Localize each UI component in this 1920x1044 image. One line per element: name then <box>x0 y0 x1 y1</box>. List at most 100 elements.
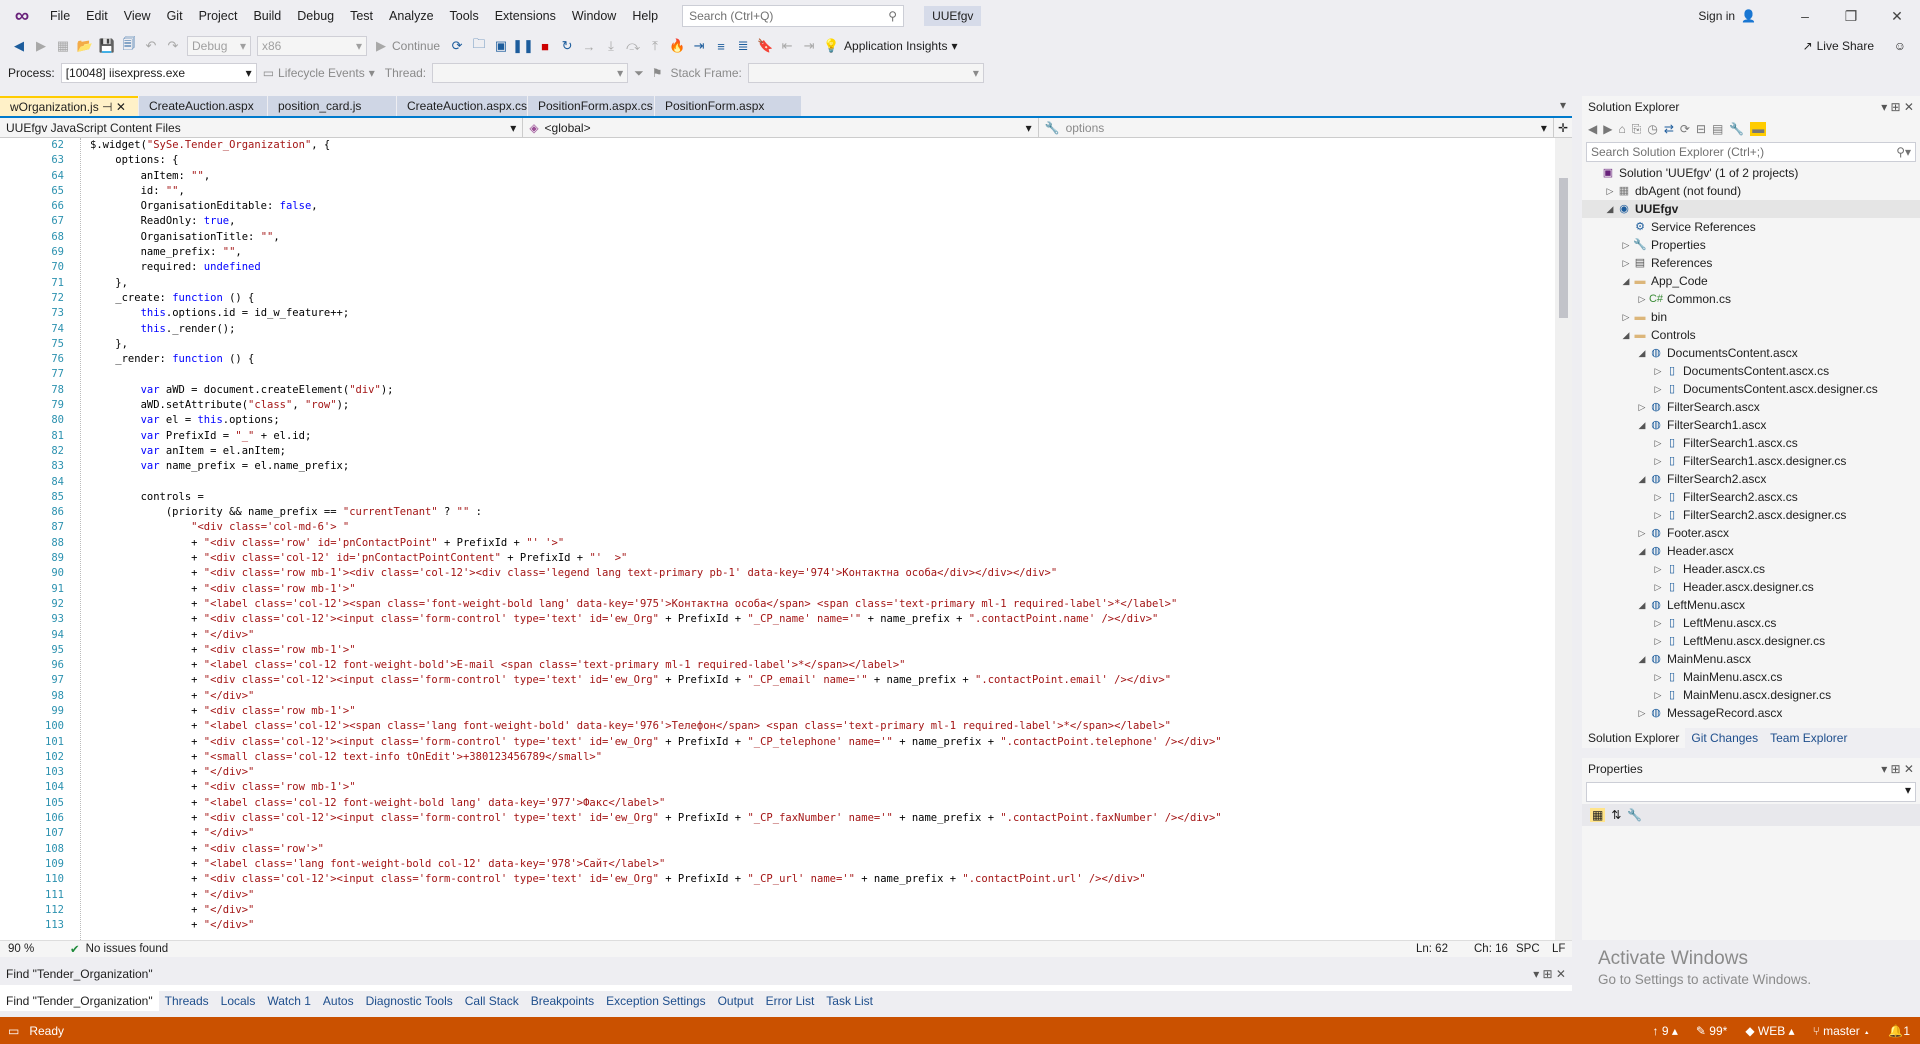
alphabetical-icon[interactable]: ⇅ <box>1611 808 1621 822</box>
pane-tab[interactable]: Team Explorer <box>1764 728 1853 748</box>
back-icon[interactable]: ◀ <box>8 38 30 54</box>
code-line[interactable]: + "</div>" <box>90 826 1550 841</box>
collapsed-arrow-icon[interactable]: ▷ <box>1620 254 1632 272</box>
issues-status[interactable]: No issues found <box>86 943 168 955</box>
tree-item[interactable]: ▷ ▤ References <box>1582 254 1920 272</box>
undo-icon[interactable]: ↶ <box>140 38 162 54</box>
tree-item[interactable]: ⚙ Service References <box>1582 218 1920 236</box>
code-line[interactable]: + "<div class='row' id='pnContactPoint" … <box>90 536 1550 551</box>
tree-item[interactable]: ▷ ▦ dbAgent (not found) <box>1582 182 1920 200</box>
unpushed-commits[interactable]: ↑ 9 ▴ <box>1653 1024 1678 1038</box>
bottom-tab[interactable]: Task List <box>820 991 879 1011</box>
code-line[interactable]: controls = <box>90 490 1550 505</box>
forward-icon[interactable]: ▶ <box>1603 122 1612 136</box>
code-line[interactable]: + "<label class='col-12 font-weight-bold… <box>90 796 1550 811</box>
collapsed-arrow-icon[interactable]: ▷ <box>1636 290 1648 308</box>
collapsed-arrow-icon[interactable]: ▷ <box>1636 524 1648 542</box>
show-next-statement-icon[interactable]: → <box>578 39 600 54</box>
application-insights-button[interactable]: Application Insights <box>844 39 947 53</box>
bottom-tab[interactable]: Watch 1 <box>261 991 317 1011</box>
tree-item[interactable]: ▷ ▯ LeftMenu.ascx.designer.cs <box>1582 632 1920 650</box>
collapsed-arrow-icon[interactable]: ▷ <box>1652 362 1664 380</box>
tree-item[interactable]: ▷ ▯ MainMenu.ascx.cs <box>1582 668 1920 686</box>
continue-button[interactable]: Continue <box>392 39 440 53</box>
sign-in-link[interactable]: Sign in <box>1698 9 1735 23</box>
step-into-icon[interactable]: ⤓ <box>600 38 622 54</box>
tree-item[interactable]: ◢ ◉ UUEfgv <box>1582 200 1920 218</box>
save-icon[interactable]: 💾 <box>96 38 118 54</box>
tree-item[interactable]: ▷ ▯ FilterSearch2.ascx.designer.cs <box>1582 506 1920 524</box>
code-line[interactable]: + "<label class='lang font-weight-bold c… <box>90 857 1550 872</box>
indent-icon[interactable]: ⇥ <box>688 38 710 54</box>
chevron-down-icon[interactable]: ▾ <box>951 39 957 53</box>
bottom-tab[interactable]: Error List <box>760 991 821 1011</box>
preview-icon[interactable]: ▬ <box>1750 122 1767 136</box>
code-line[interactable]: + "<div class='row mb-1'>" <box>90 704 1550 719</box>
menu-tools[interactable]: Tools <box>442 0 487 32</box>
collapsed-arrow-icon[interactable]: ▷ <box>1652 380 1664 398</box>
expanded-arrow-icon[interactable]: ◢ <box>1636 470 1648 488</box>
code-editor[interactable]: 62 63 64 65 66 67 68 69 70 71 72 73 74 75 76 77 78 79 80 81… <box>0 138 1572 940</box>
prev-bookmark-icon[interactable]: ⇤ <box>776 38 798 54</box>
tree-item[interactable]: ▷ C# Common.cs <box>1582 290 1920 308</box>
spacing-indicator[interactable]: SPC <box>1516 943 1540 955</box>
sync-icon[interactable]: ⇄ <box>1664 122 1674 136</box>
code-line[interactable]: "<div class='col-md-6'> " <box>90 520 1550 535</box>
next-bookmark-icon[interactable]: ⇥ <box>798 38 820 54</box>
code-line[interactable]: + "<div class='col-12'><input class='for… <box>90 612 1550 627</box>
code-line[interactable]: + "<div class='row mb-1'><div class='col… <box>90 566 1550 581</box>
menu-git[interactable]: Git <box>159 0 191 32</box>
collapsed-arrow-icon[interactable]: ▷ <box>1636 398 1648 416</box>
feedback-icon[interactable]: ☺ <box>1894 39 1906 53</box>
tree-item[interactable]: ▷ ▯ FilterSearch1.ascx.cs <box>1582 434 1920 452</box>
code-line[interactable]: }, <box>90 276 1550 291</box>
editor-tab[interactable]: wOrganization.js ⊣ ✕ <box>0 96 138 116</box>
tab-overflow-icon[interactable]: ▾ <box>1560 98 1566 112</box>
tree-item[interactable]: ▷ ▯ DocumentsContent.ascx.cs <box>1582 362 1920 380</box>
code-line[interactable]: + "</div>" <box>90 689 1550 704</box>
tree-item[interactable]: ◢ ◍ LeftMenu.ascx <box>1582 596 1920 614</box>
save-all-icon[interactable]: 🗐 <box>118 35 140 57</box>
editor-tab[interactable]: PositionForm.aspx.cs <box>528 96 654 116</box>
expanded-arrow-icon[interactable]: ◢ <box>1604 200 1616 218</box>
code-line[interactable]: + "</div>" <box>90 903 1550 918</box>
code-line[interactable]: name_prefix: "", <box>90 245 1550 260</box>
code-line[interactable]: OrganisationTitle: "", <box>90 230 1550 245</box>
configuration-dropdown[interactable]: Debug ▾ <box>187 36 251 56</box>
collapsed-arrow-icon[interactable]: ▷ <box>1652 434 1664 452</box>
tree-item[interactable]: ▷ ▯ Header.ascx.designer.cs <box>1582 578 1920 596</box>
code-line[interactable]: + "</div>" <box>90 765 1550 780</box>
menu-edit[interactable]: Edit <box>78 0 116 32</box>
code-line[interactable]: aWD.setAttribute("class", "row"); <box>90 398 1550 413</box>
expanded-arrow-icon[interactable]: ◢ <box>1636 650 1648 668</box>
collapsed-arrow-icon[interactable]: ▷ <box>1620 236 1632 254</box>
branch-selector[interactable]: ⑂ master ▴ <box>1813 1024 1871 1038</box>
scrollbar-thumb[interactable] <box>1559 178 1568 318</box>
menu-file[interactable]: File <box>42 0 78 32</box>
code-line[interactable]: + "</div>" <box>90 918 1550 933</box>
code-line[interactable]: this.options.id = id_w_feature++; <box>90 306 1550 321</box>
editor-vertical-scrollbar[interactable] <box>1555 138 1572 940</box>
account-icon[interactable]: 👤 <box>1741 9 1756 23</box>
stack-frame-dropdown[interactable]: ▾ <box>747 63 984 83</box>
collapsed-arrow-icon[interactable]: ▷ <box>1652 632 1664 650</box>
lifecycle-events-button[interactable]: Lifecycle Events <box>278 66 365 80</box>
bottom-tab[interactable]: Diagnostic Tools <box>360 991 459 1011</box>
tree-item[interactable]: ▷ ▯ DocumentsContent.ascx.designer.cs <box>1582 380 1920 398</box>
collapsed-arrow-icon[interactable]: ▷ <box>1652 668 1664 686</box>
menu-debug[interactable]: Debug <box>289 0 342 32</box>
bottom-tab[interactable]: Exception Settings <box>600 991 711 1011</box>
menu-view[interactable]: View <box>116 0 159 32</box>
tree-item[interactable]: ▣ Solution 'UUEfgv' (1 of 2 projects) <box>1582 164 1920 182</box>
expanded-arrow-icon[interactable]: ◢ <box>1636 344 1648 362</box>
code-line[interactable]: + "</div>" <box>90 628 1550 643</box>
browse-icon[interactable]: 🗀 <box>468 35 490 57</box>
code-line[interactable]: + "<label class='col-12 font-weight-bold… <box>90 658 1550 673</box>
pane-tab[interactable]: Solution Explorer <box>1582 728 1686 748</box>
code-line[interactable]: + "</div>" <box>90 888 1550 903</box>
code-line[interactable]: + "<small class='col-12 text-info tOnEdi… <box>90 750 1550 765</box>
menu-help[interactable]: Help <box>624 0 666 32</box>
refresh-icon[interactable]: ⟳ <box>1680 122 1690 136</box>
open-file-icon[interactable]: 📂 <box>74 38 96 54</box>
code-line[interactable] <box>90 367 1550 382</box>
